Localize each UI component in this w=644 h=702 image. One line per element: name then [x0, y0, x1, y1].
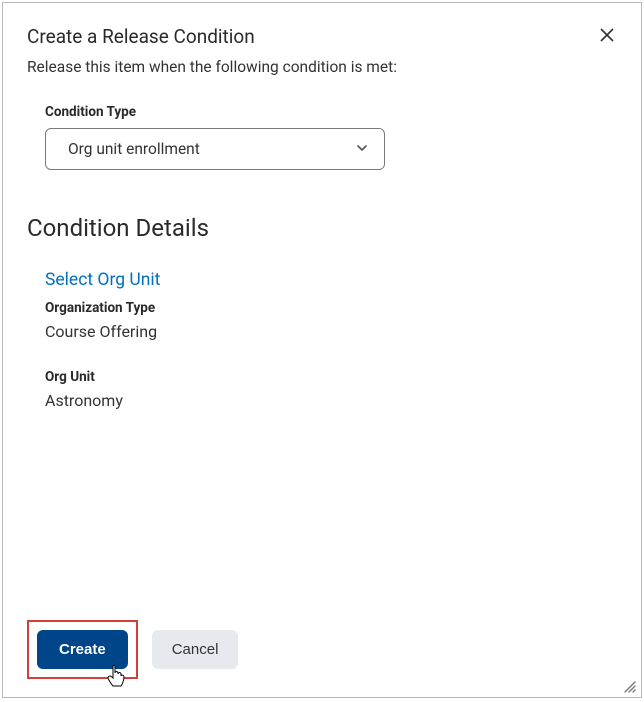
resize-handle-icon[interactable] [623, 679, 637, 693]
condition-details-heading: Condition Details [27, 214, 617, 242]
organization-type-label: Organization Type [45, 300, 617, 316]
org-unit-label: Org Unit [45, 369, 617, 385]
condition-type-dropdown[interactable]: Org unit enrollment [45, 128, 385, 170]
close-button[interactable] [597, 25, 617, 47]
create-button-highlight: Create [27, 620, 138, 679]
organization-type-value: Course Offering [45, 322, 617, 341]
release-condition-dialog: Create a Release Condition Release this … [2, 2, 642, 698]
cancel-button[interactable]: Cancel [152, 630, 239, 669]
org-unit-value: Astronomy [45, 391, 617, 410]
select-org-unit-link[interactable]: Select Org Unit [45, 270, 160, 290]
dialog-header: Create a Release Condition [27, 25, 617, 58]
dialog-subtitle: Release this item when the following con… [27, 58, 617, 76]
dropdown-selected-value: Org unit enrollment [68, 140, 200, 158]
condition-type-label: Condition Type [45, 104, 617, 120]
chevron-down-icon [356, 140, 368, 158]
dialog-footer: Create Cancel [27, 620, 617, 679]
dialog-title: Create a Release Condition [27, 25, 255, 48]
condition-details-section: Select Org Unit Organization Type Course… [27, 270, 617, 438]
create-button[interactable]: Create [37, 630, 128, 669]
condition-type-section: Condition Type Org unit enrollment [27, 104, 617, 170]
close-icon [599, 23, 615, 48]
